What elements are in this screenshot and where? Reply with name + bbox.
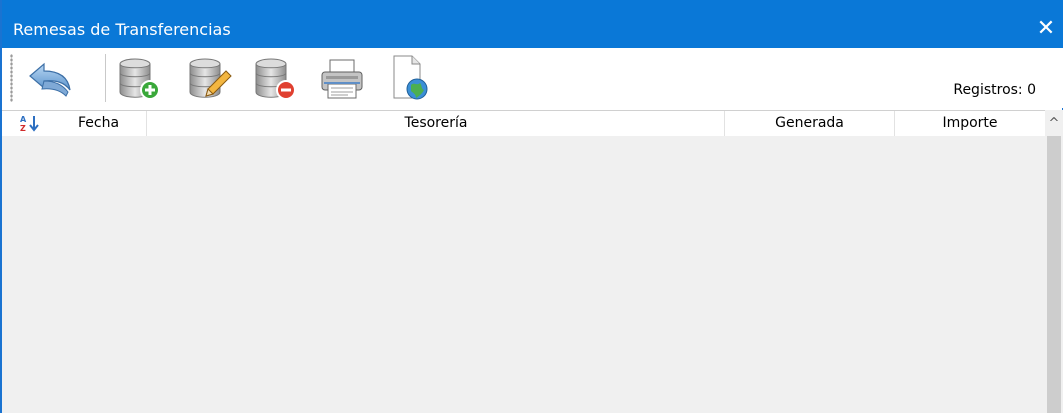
database-add-icon [119,58,160,100]
column-header-tesoreria[interactable]: Tesorería [148,111,725,136]
column-fecha[interactable]: A Z Fecha [2,111,147,136]
sort-az-icon[interactable]: A Z [20,114,40,132]
scroll-up-button[interactable]: ^ [1045,114,1063,134]
printer-icon [321,59,363,99]
close-button[interactable]: ✕ [1033,14,1059,44]
database-edit-icon [189,58,232,98]
document-globe-icon [393,55,428,100]
toolbar-separator [105,54,106,102]
grid-body[interactable] [2,136,1045,413]
vertical-scrollbar[interactable]: ^ [1045,110,1063,413]
grid-header: A Z Fecha Tesorería Generada Importe [2,110,1063,136]
edit-button[interactable] [184,52,234,104]
column-header-fecha: Fecha [78,115,120,131]
undo-arrow-icon [29,62,71,97]
export-button[interactable] [386,52,436,104]
add-button[interactable] [114,52,164,104]
column-header-generada[interactable]: Generada [725,111,895,136]
records-count: Registros: 0 [953,82,1036,98]
svg-text:A: A [20,115,27,124]
window-title: Remesas de Transferencias [13,20,231,39]
scroll-thumb[interactable] [1047,136,1061,413]
print-button[interactable] [318,52,368,104]
title-bar[interactable]: Remesas de Transferencias ✕ [2,0,1063,48]
back-button[interactable] [24,52,74,104]
delete-button[interactable] [250,52,300,104]
column-header-importe[interactable]: Importe [895,111,1045,136]
toolbar: Registros: 0 [2,48,1063,108]
database-delete-icon [255,58,296,100]
remesas-window: Remesas de Transferencias ✕ Registros: 0… [0,0,1063,413]
toolbar-grip[interactable] [10,54,13,102]
svg-text:Z: Z [20,124,26,132]
